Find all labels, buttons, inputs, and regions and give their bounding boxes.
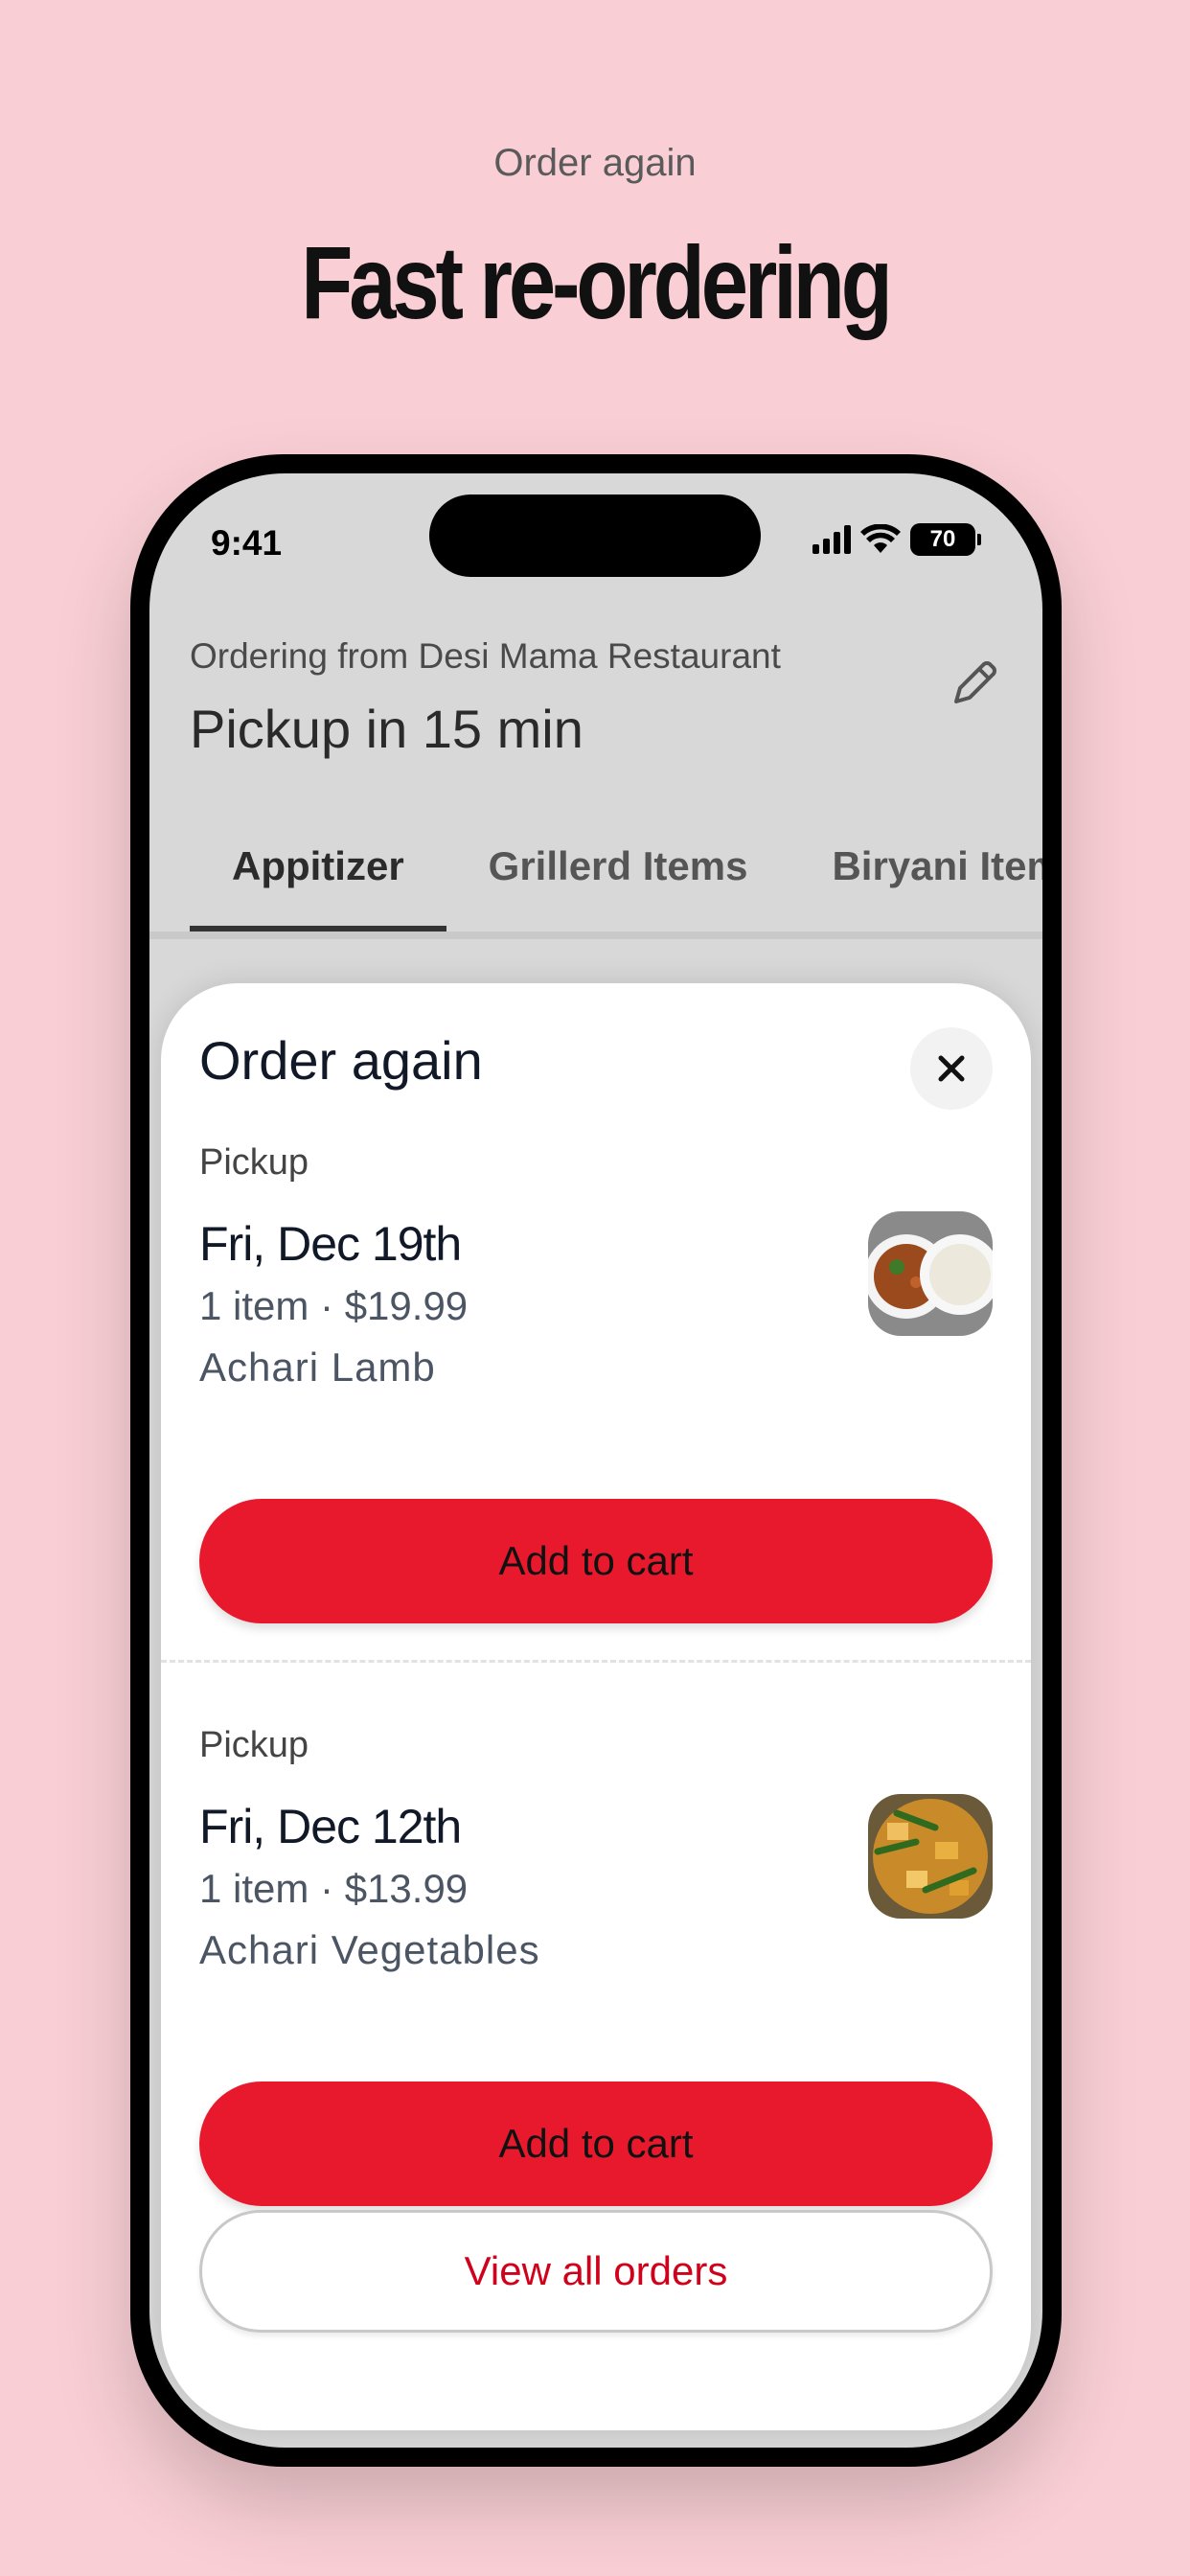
hero-eyebrow: Order again: [493, 142, 697, 184]
tab-biryani-items[interactable]: Biryani Items: [790, 815, 1042, 935]
status-time: 9:41: [211, 523, 283, 563]
order-item: Achari Vegetables: [199, 1927, 540, 1972]
category-tabs: Appitizer Grillerd Items Biryani Items: [190, 815, 1042, 935]
order-item: Achari Lamb: [199, 1345, 436, 1390]
dynamic-island: [429, 494, 761, 577]
status-icons: 70: [812, 523, 981, 556]
add-to-cart-button[interactable]: Add to cart: [199, 2082, 993, 2206]
tab-divider: [149, 932, 1042, 939]
battery-level: 70: [910, 523, 975, 556]
order-type: Pickup: [199, 1142, 309, 1183]
phone-screen: 9:41 70 Ordering from Desi Mama Restaura…: [149, 473, 1042, 2448]
order-type: Pickup: [199, 1725, 309, 1765]
ordering-from-label: Ordering from Desi Mama Restaurant: [190, 636, 781, 676]
add-to-cart-button[interactable]: Add to cart: [199, 1499, 993, 1623]
tab-appitizer[interactable]: Appitizer: [190, 815, 446, 935]
food-thumbnail: [868, 1211, 993, 1336]
battery-icon: 70: [910, 523, 981, 556]
tab-grillerd-items[interactable]: Grillerd Items: [446, 815, 790, 935]
wifi-icon: [860, 524, 901, 553]
order-divider: [161, 1660, 1031, 1663]
close-icon: [938, 1055, 965, 1082]
order-again-sheet: Order again Pickup Fri, Dec 19th 1 item …: [161, 983, 1031, 2430]
hero-title: Fast re-ordering: [301, 224, 893, 340]
close-button[interactable]: [910, 1027, 993, 1110]
order-card: Pickup Fri, Dec 19th 1 item · $19.99 Ach…: [199, 1142, 993, 1623]
pickup-time[interactable]: Pickup in 15 min: [190, 698, 584, 760]
view-all-orders-button[interactable]: View all orders: [199, 2210, 993, 2333]
order-card: Pickup Fri, Dec 12th 1 item · $13.99 Ach…: [199, 1725, 993, 2206]
phone-frame: 9:41 70 Ordering from Desi Mama Restaura…: [130, 454, 1062, 2467]
food-thumbnail: [868, 1794, 993, 1919]
pencil-icon[interactable]: [943, 654, 1004, 715]
signal-icon: [812, 525, 851, 554]
sheet-title: Order again: [199, 1030, 483, 1091]
